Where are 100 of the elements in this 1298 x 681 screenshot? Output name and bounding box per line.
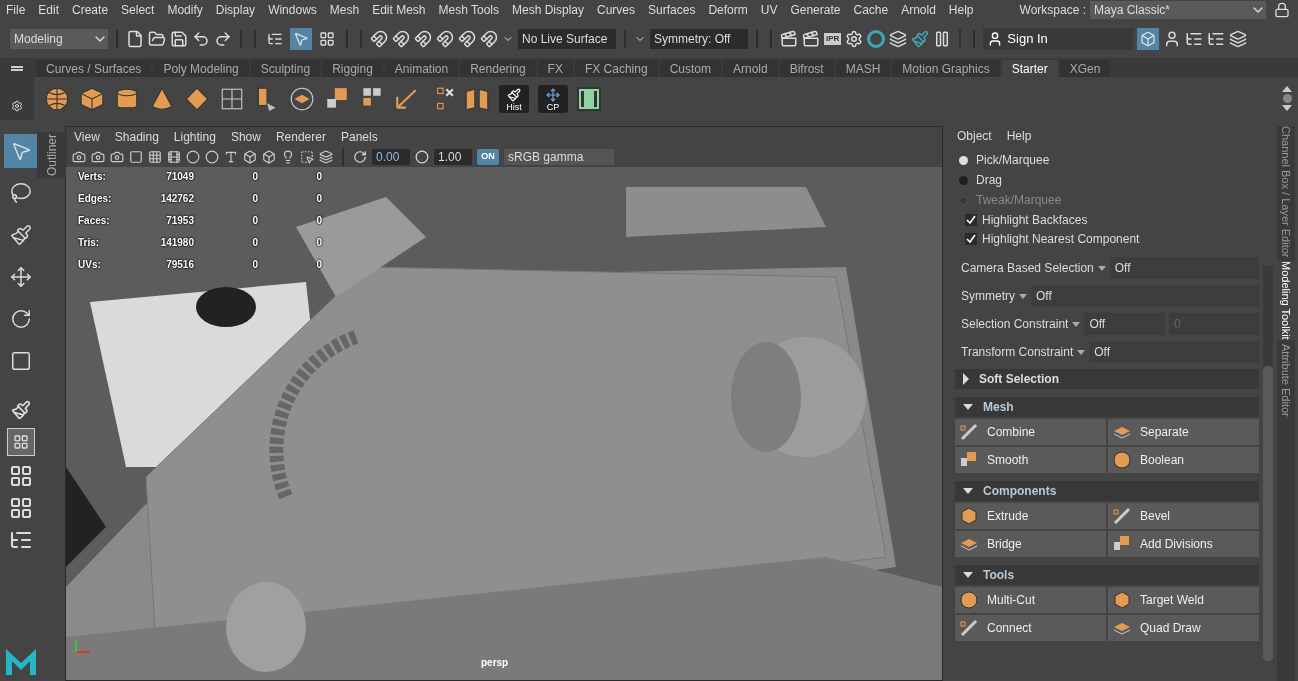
- shelf-tab[interactable]: Motion Graphics: [892, 60, 1000, 77]
- single-pane-layout-button[interactable]: [7, 428, 35, 456]
- shelf-tab[interactable]: Animation: [384, 60, 459, 77]
- camera-icon[interactable]: [72, 150, 86, 164]
- scrollbar-thumb[interactable]: [1263, 366, 1273, 661]
- checkbox[interactable]: [965, 232, 977, 245]
- radio-button[interactable]: [959, 155, 968, 165]
- tool-button[interactable]: Bevel: [1108, 503, 1259, 529]
- redo-icon[interactable]: [214, 30, 232, 48]
- cp-button[interactable]: CP: [538, 84, 568, 113]
- new-file-icon[interactable]: [126, 30, 144, 48]
- circle-icon[interactable]: [205, 150, 219, 164]
- two-pane-layout-icon[interactable]: [9, 496, 33, 520]
- open-folder-icon[interactable]: [148, 30, 166, 48]
- select-tool-button[interactable]: [4, 134, 38, 168]
- viewport-menu-item[interactable]: Show: [230, 128, 261, 146]
- magnet-icon[interactable]: [436, 30, 454, 48]
- menu-item[interactable]: UV: [760, 1, 778, 19]
- shelf-tab[interactable]: Arnold: [722, 60, 778, 77]
- view-transform-toggle[interactable]: ON: [477, 149, 499, 165]
- shelf-tab[interactable]: MASH: [835, 60, 891, 77]
- modeling-toolkit-toggle[interactable]: [1137, 28, 1160, 50]
- menu-item[interactable]: Generate: [790, 1, 841, 19]
- section-header[interactable]: Components: [955, 481, 1259, 501]
- sphere-icon[interactable]: [44, 85, 70, 112]
- hist-button[interactable]: Hist: [499, 84, 529, 113]
- menu-item[interactable]: Curves: [597, 1, 636, 19]
- circle-icon[interactable]: [186, 150, 200, 164]
- sign-in-button[interactable]: Sign In: [983, 28, 1134, 50]
- menu-item[interactable]: Arnold: [901, 1, 936, 19]
- settings-icon[interactable]: [11, 100, 23, 112]
- menu-item[interactable]: Display: [215, 1, 256, 19]
- paint-tool-icon[interactable]: [11, 400, 31, 420]
- menu-item[interactable]: Create: [72, 1, 109, 19]
- cube-icon[interactable]: [79, 85, 105, 112]
- shelf-tab[interactable]: Custom: [659, 60, 721, 77]
- shelf-tab[interactable]: FX: [537, 60, 573, 77]
- menu-item[interactable]: File: [6, 1, 26, 19]
- ipr-render-button[interactable]: IPR: [824, 33, 842, 45]
- cube-icon[interactable]: [262, 150, 276, 164]
- checker-icon[interactable]: [577, 86, 601, 111]
- menu-item[interactable]: Surfaces: [648, 1, 696, 19]
- tool-button[interactable]: Extrude: [955, 503, 1106, 529]
- save-icon[interactable]: [170, 30, 188, 48]
- option-dropdown[interactable]: Off: [1089, 341, 1259, 363]
- workspace-dropdown[interactable]: Maya Classic*: [1090, 1, 1266, 19]
- menu-item[interactable]: Edit Mesh: [372, 1, 426, 19]
- magnet-icon[interactable]: [480, 30, 498, 48]
- shelf-tab[interactable]: XGen: [1059, 60, 1111, 77]
- plane-icon[interactable]: [184, 85, 210, 112]
- menu-item[interactable]: Select: [121, 1, 155, 19]
- shelf-tab[interactable]: Poly Modeling: [153, 60, 249, 77]
- mode-dropdown[interactable]: Modeling: [10, 29, 108, 49]
- text-icon[interactable]: [224, 150, 238, 164]
- menu-item[interactable]: Mesh: [329, 1, 360, 19]
- viewport-menu-item[interactable]: Renderer: [275, 128, 326, 146]
- camera-icon[interactable]: [110, 150, 124, 164]
- section-header[interactable]: Soft Selection: [955, 369, 1259, 389]
- option-dropdown[interactable]: Off: [1084, 313, 1165, 335]
- shelf-tab[interactable]: Rendering: [460, 60, 536, 77]
- option-dropdown[interactable]: Off: [1109, 257, 1259, 279]
- shelf-menu-icon[interactable]: [11, 66, 23, 71]
- cube-icon[interactable]: [243, 150, 257, 164]
- tool-button[interactable]: Smooth: [955, 447, 1106, 473]
- menu-item[interactable]: Modify: [167, 1, 203, 19]
- undo-icon[interactable]: [192, 30, 210, 48]
- tool-button[interactable]: Target Weld: [1108, 587, 1259, 613]
- cone-icon[interactable]: [149, 85, 175, 112]
- menu-item[interactable]: Cache: [853, 1, 889, 19]
- outliner-tab[interactable]: Outliner: [37, 132, 67, 179]
- tool-button[interactable]: Add Divisions: [1108, 531, 1259, 557]
- tool-button[interactable]: Bridge: [955, 531, 1106, 557]
- gamma-field[interactable]: 1.00: [434, 149, 472, 165]
- tool-button[interactable]: Boolean: [1108, 447, 1259, 473]
- four-pane-layout-icon[interactable]: [9, 464, 33, 488]
- menu-item[interactable]: Edit: [38, 1, 60, 19]
- color-space-dropdown[interactable]: sRGB gamma: [504, 149, 614, 165]
- camera-icon[interactable]: [91, 150, 105, 164]
- viewport-menu-item[interactable]: Lighting: [173, 128, 216, 146]
- menu-item[interactable]: Mesh Tools: [438, 1, 499, 19]
- tool-button[interactable]: Multi-Cut: [955, 587, 1106, 613]
- shelf-tab[interactable]: Sculpting: [250, 60, 321, 77]
- live-surface-field[interactable]: No Live Surface: [518, 29, 616, 49]
- tool-button[interactable]: Combine: [955, 419, 1106, 445]
- film-icon[interactable]: [167, 150, 181, 164]
- radio-button[interactable]: [959, 175, 968, 185]
- viewport-menu-item[interactable]: Shading: [114, 128, 159, 146]
- shelf-tab[interactable]: Rigging: [322, 60, 383, 77]
- toolkit-menu-item[interactable]: Object: [957, 127, 992, 145]
- menu-item[interactable]: Mesh Display: [512, 1, 585, 19]
- toolkit-menu-item[interactable]: Help: [1006, 127, 1032, 145]
- layers-icon[interactable]: [319, 150, 333, 164]
- menu-item[interactable]: Deform: [708, 1, 748, 19]
- tool-button[interactable]: Separate: [1108, 419, 1259, 445]
- shelf-tab[interactable]: FX Caching: [574, 60, 658, 77]
- viewport-menu-item[interactable]: View: [74, 128, 100, 146]
- section-header[interactable]: Tools: [955, 565, 1259, 585]
- shelf-tab[interactable]: Starter: [1001, 60, 1058, 77]
- menu-item[interactable]: Windows: [268, 1, 317, 19]
- shelf-tab[interactable]: Bifrost: [779, 60, 834, 77]
